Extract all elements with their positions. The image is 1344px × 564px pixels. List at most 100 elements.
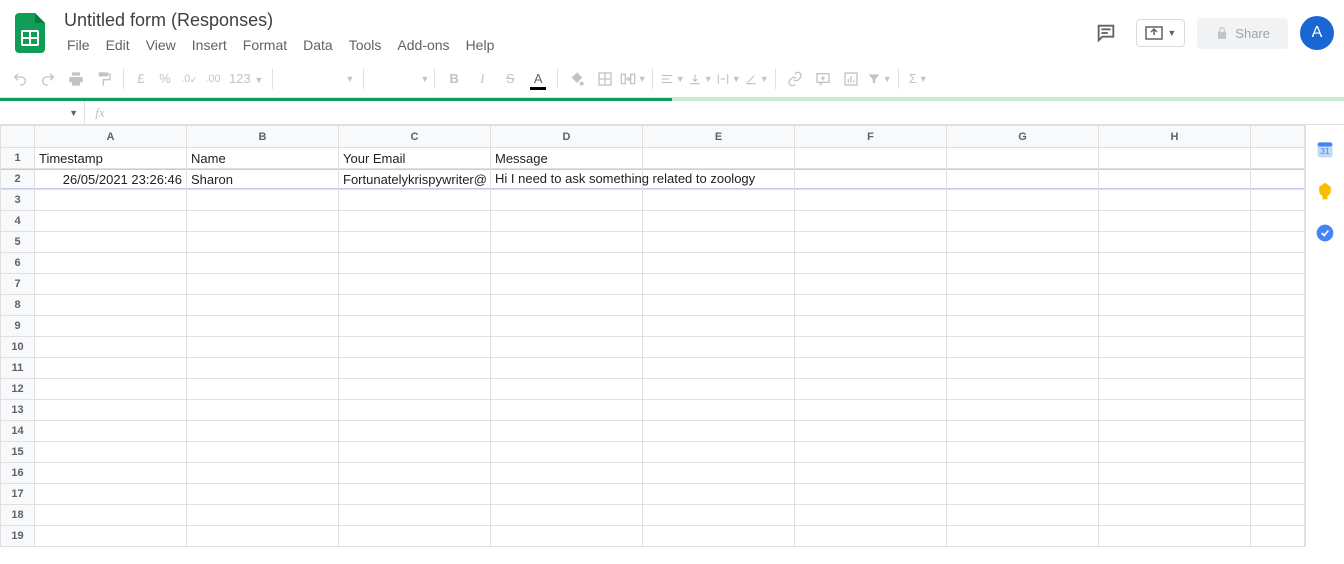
cell-A18[interactable] <box>35 505 187 526</box>
cell-B19[interactable] <box>187 526 339 547</box>
cell-F19[interactable] <box>795 526 947 547</box>
cell-D11[interactable] <box>491 358 643 379</box>
cell-D17[interactable] <box>491 484 643 505</box>
cell-extra-4[interactable] <box>1251 211 1305 232</box>
cell-D2[interactable]: Hi I need to ask something related to zo… <box>491 169 643 190</box>
cell-F10[interactable] <box>795 337 947 358</box>
insert-comment-button[interactable] <box>809 64 837 94</box>
cell-B9[interactable] <box>187 316 339 337</box>
column-header-C[interactable]: C <box>339 126 491 148</box>
cell-H10[interactable] <box>1099 337 1251 358</box>
font-family-dropdown[interactable]: ▼ <box>278 74 358 84</box>
cell-G5[interactable] <box>947 232 1099 253</box>
cell-D18[interactable] <box>491 505 643 526</box>
cell-D16[interactable] <box>491 463 643 484</box>
font-size-dropdown[interactable]: ▼ <box>369 74 429 84</box>
cell-A7[interactable] <box>35 274 187 295</box>
account-avatar[interactable]: A <box>1300 16 1334 50</box>
cell-D19[interactable] <box>491 526 643 547</box>
row-header-18[interactable]: 18 <box>1 505 35 526</box>
cell-A11[interactable] <box>35 358 187 379</box>
cell-H18[interactable] <box>1099 505 1251 526</box>
row-header-17[interactable]: 17 <box>1 484 35 505</box>
present-button[interactable]: ▼ <box>1136 19 1185 47</box>
cell-D10[interactable] <box>491 337 643 358</box>
cell-E18[interactable] <box>643 505 795 526</box>
column-header-A[interactable]: A <box>35 126 187 148</box>
cell-A6[interactable] <box>35 253 187 274</box>
cell-B14[interactable] <box>187 421 339 442</box>
cell-F5[interactable] <box>795 232 947 253</box>
cell-D4[interactable] <box>491 211 643 232</box>
column-header-G[interactable]: G <box>947 126 1099 148</box>
redo-button[interactable] <box>34 64 62 94</box>
cell-extra-16[interactable] <box>1251 463 1305 484</box>
cell-E3[interactable] <box>643 190 795 211</box>
cell-extra-6[interactable] <box>1251 253 1305 274</box>
cell-H9[interactable] <box>1099 316 1251 337</box>
column-header-F[interactable]: F <box>795 126 947 148</box>
cell-G3[interactable] <box>947 190 1099 211</box>
cell-F16[interactable] <box>795 463 947 484</box>
vertical-align-button[interactable]: ▼ <box>686 64 714 94</box>
select-all-corner[interactable] <box>1 126 35 148</box>
menu-file[interactable]: File <box>60 34 97 56</box>
cell-G7[interactable] <box>947 274 1099 295</box>
cell-D8[interactable] <box>491 295 643 316</box>
cell-C12[interactable] <box>339 379 491 400</box>
calendar-icon[interactable]: 31 <box>1315 139 1335 159</box>
cell-D6[interactable] <box>491 253 643 274</box>
cell-C6[interactable] <box>339 253 491 274</box>
cell-A3[interactable] <box>35 190 187 211</box>
cell-D1[interactable]: Message <box>491 148 643 169</box>
row-header-3[interactable]: 3 <box>1 190 35 211</box>
insert-chart-button[interactable] <box>837 64 865 94</box>
cell-C16[interactable] <box>339 463 491 484</box>
cell-A16[interactable] <box>35 463 187 484</box>
cell-C11[interactable] <box>339 358 491 379</box>
cell-H7[interactable] <box>1099 274 1251 295</box>
horizontal-align-button[interactable]: ▼ <box>658 64 686 94</box>
cell-E16[interactable] <box>643 463 795 484</box>
cell-E17[interactable] <box>643 484 795 505</box>
decrease-decimal-button[interactable]: .0↙ <box>177 73 201 85</box>
cell-F17[interactable] <box>795 484 947 505</box>
cell-extra-9[interactable] <box>1251 316 1305 337</box>
menu-edit[interactable]: Edit <box>99 34 137 56</box>
cell-D13[interactable] <box>491 400 643 421</box>
cell-H12[interactable] <box>1099 379 1251 400</box>
sheets-logo[interactable] <box>10 13 50 53</box>
cell-B5[interactable] <box>187 232 339 253</box>
comments-icon[interactable] <box>1088 15 1124 51</box>
bold-button[interactable]: B <box>440 64 468 94</box>
cell-F6[interactable] <box>795 253 947 274</box>
row-header-2[interactable]: 2 <box>1 169 35 190</box>
cell-C15[interactable] <box>339 442 491 463</box>
cell-E4[interactable] <box>643 211 795 232</box>
cell-G8[interactable] <box>947 295 1099 316</box>
cell-B17[interactable] <box>187 484 339 505</box>
cell-A19[interactable] <box>35 526 187 547</box>
cell-E19[interactable] <box>643 526 795 547</box>
cell-D3[interactable] <box>491 190 643 211</box>
row-header-15[interactable]: 15 <box>1 442 35 463</box>
cell-extra-5[interactable] <box>1251 232 1305 253</box>
cell-B7[interactable] <box>187 274 339 295</box>
formula-bar[interactable] <box>115 101 1344 124</box>
row-header-7[interactable]: 7 <box>1 274 35 295</box>
cell-B2[interactable]: Sharon <box>187 169 339 190</box>
menu-view[interactable]: View <box>139 34 183 56</box>
column-header-E[interactable]: E <box>643 126 795 148</box>
cell-C9[interactable] <box>339 316 491 337</box>
cell-H4[interactable] <box>1099 211 1251 232</box>
cell-D5[interactable] <box>491 232 643 253</box>
cell-extra-11[interactable] <box>1251 358 1305 379</box>
cell-F14[interactable] <box>795 421 947 442</box>
cell-B6[interactable] <box>187 253 339 274</box>
cell-H16[interactable] <box>1099 463 1251 484</box>
text-wrap-button[interactable]: ▼ <box>714 64 742 94</box>
cell-B18[interactable] <box>187 505 339 526</box>
cell-A9[interactable] <box>35 316 187 337</box>
column-header-D[interactable]: D <box>491 126 643 148</box>
tasks-icon[interactable] <box>1315 223 1335 243</box>
